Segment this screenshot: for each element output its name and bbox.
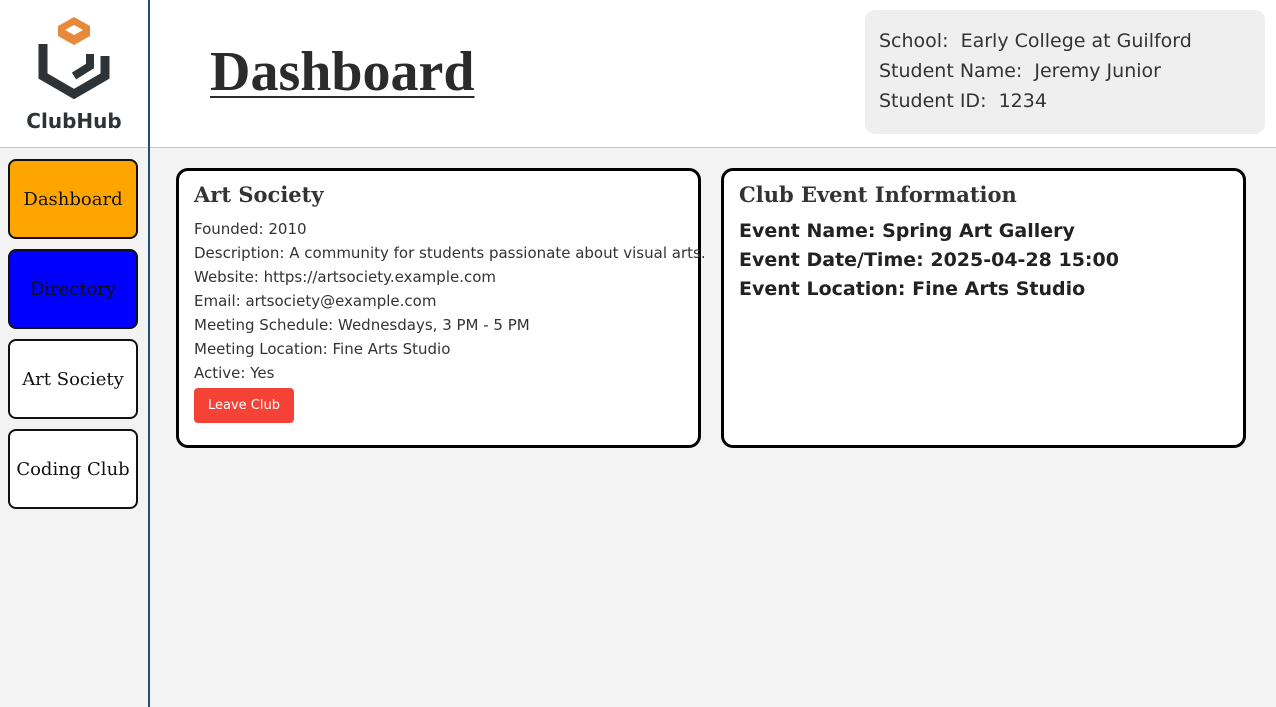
club-website: Website: https://artsociety.example.com — [194, 268, 497, 286]
sidebar-item-art-society[interactable]: Art Society — [8, 339, 138, 419]
club-active: Active: Yes — [194, 364, 275, 382]
student-id-label: Student ID: — [879, 90, 987, 112]
school-row: School: Early College at Guilford — [879, 26, 1251, 56]
event-location: Event Location: Fine Arts Studio — [739, 278, 1086, 300]
event-datetime: Event Date/Time: 2025-04-28 15:00 — [739, 249, 1119, 271]
header: Dashboard School: Early College at Guilf… — [150, 0, 1276, 148]
student-id-row: Student ID: 1234 — [879, 86, 1251, 116]
club-meeting-schedule: Meeting Schedule: Wednesdays, 3 PM - 5 P… — [194, 316, 530, 334]
sidebar-item-dashboard[interactable]: Dashboard — [8, 159, 138, 239]
club-meeting-location: Meeting Location: Fine Arts Studio — [194, 340, 451, 358]
page-title: Dashboard — [210, 41, 475, 103]
club-founded: Founded: 2010 — [194, 220, 307, 238]
student-info-card: School: Early College at Guilford Studen… — [865, 10, 1265, 134]
club-card: Art Society Founded: 2010 Description: A… — [176, 168, 706, 448]
sidebar-item-directory[interactable]: Directory — [8, 249, 138, 329]
clubhub-logo-icon — [38, 17, 110, 100]
school-value: Early College at Guilford — [960, 30, 1192, 52]
student-name-row: Student Name: Jeremy Junior — [879, 56, 1251, 86]
sidebar: ClubHub Dashboard Directory Art Society … — [0, 0, 150, 707]
school-label: School: — [879, 30, 949, 52]
club-title: Art Society — [194, 182, 324, 207]
leave-club-button[interactable]: Leave Club — [194, 388, 294, 423]
club-description: Description: A community for students pa… — [194, 244, 706, 262]
student-name-value: Jeremy Junior — [1034, 60, 1161, 82]
club-email: Email: artsociety@example.com — [194, 292, 437, 310]
event-card: Club Event Information Event Name: Sprin… — [721, 168, 1246, 448]
sidebar-item-coding-club[interactable]: Coding Club — [8, 429, 138, 509]
logo[interactable]: ClubHub — [0, 0, 148, 148]
event-card-title: Club Event Information — [739, 182, 1017, 207]
event-name: Event Name: Spring Art Gallery — [739, 220, 1075, 242]
student-name-label: Student Name: — [879, 60, 1023, 82]
student-id-value: 1234 — [998, 90, 1047, 112]
brand-name: ClubHub — [26, 109, 122, 133]
